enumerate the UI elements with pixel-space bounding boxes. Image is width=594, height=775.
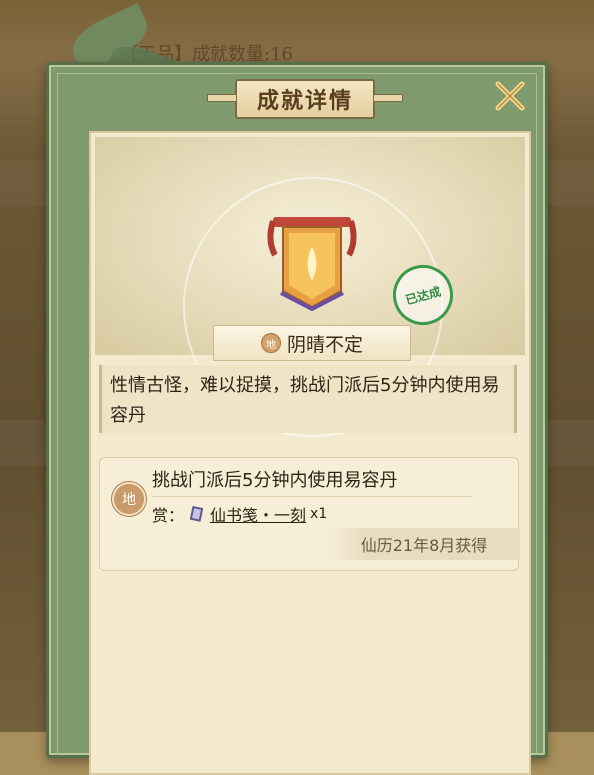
task-card: 地 挑战门派后5分钟内使用易容丹 赏： 仙书笺・一刻 x1 仙历21年8月获得 xyxy=(99,457,520,571)
book-icon xyxy=(189,506,204,522)
dialog-content: 已达成 地 阴晴不定 性情古怪，难以捉摸，挑战门派后5分钟内使用易容丹 地 挑战… xyxy=(89,131,531,775)
achievement-dialog: 成就详情 已达成 地 阴晴不定 性情古怪，难以捉摸，挑战门派后5分钟内使用易容丹… xyxy=(46,62,548,775)
grade-icon: 地 xyxy=(260,333,281,353)
reward-label: 赏： xyxy=(152,506,185,525)
reward-quantity: x1 xyxy=(310,506,328,522)
divider xyxy=(152,496,472,497)
task-reward: 赏： 仙书笺・一刻 x1 xyxy=(152,502,327,526)
achievement-name-plate: 地 阴晴不定 xyxy=(213,325,411,361)
achievement-hero: 已达成 地 阴晴不定 xyxy=(95,137,525,437)
task-grade-icon: 地 xyxy=(112,482,146,516)
title-ornament xyxy=(207,94,237,102)
close-icon xyxy=(495,81,525,111)
close-button[interactable] xyxy=(493,79,527,113)
achievement-name: 阴晴不定 xyxy=(286,333,363,356)
dialog-title-plate: 成就详情 xyxy=(207,79,403,119)
banner-badge-icon xyxy=(267,217,357,311)
stamp-text: 已达成 xyxy=(403,284,443,307)
title-ornament xyxy=(373,94,403,102)
achievement-description: 性情古怪，难以捉摸，挑战门派后5分钟内使用易容丹 xyxy=(99,365,517,433)
task-title: 挑战门派后5分钟内使用易容丹 xyxy=(152,470,398,491)
dialog-title: 成就详情 xyxy=(256,88,353,114)
obtained-date: 仙历21年8月获得 xyxy=(328,528,520,560)
reward-item-link[interactable]: 仙书笺・一刻 xyxy=(210,502,306,526)
